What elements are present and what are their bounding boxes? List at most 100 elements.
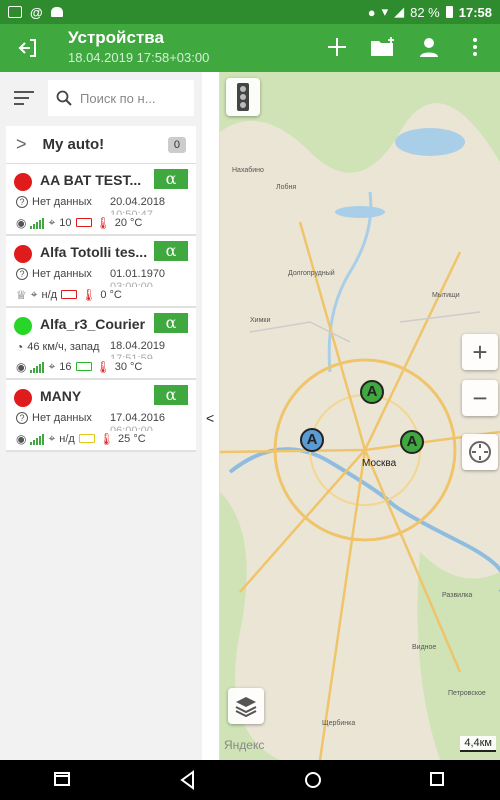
eye-icon: ◉	[16, 431, 27, 446]
device-info-row: ♕ ⌖ н/д 🌡 0 °C	[16, 287, 122, 302]
gps-count: н/д	[59, 432, 75, 445]
device-card[interactable]: Alfa Totolli tes... α ? Нет данных 01.01…	[6, 236, 196, 308]
device-date: 01.01.1970	[110, 268, 166, 280]
panel-divider[interactable]: <	[202, 72, 220, 760]
temperature: 0 °C	[100, 288, 122, 301]
device-state-row: ? Нет данных	[16, 196, 92, 208]
device-state: Нет данных	[32, 412, 92, 424]
status-dot	[14, 173, 32, 191]
map-attribution: Яндекс	[224, 738, 265, 752]
device-state-row: ? Нет данных	[16, 268, 92, 280]
device-state: Нет данных	[32, 196, 92, 208]
device-state-row: ◔ 46 км/ч, запад	[16, 340, 99, 354]
thermometer-icon: 🌡	[95, 359, 111, 374]
map-place-label: Химки	[250, 317, 271, 324]
signal-bars-icon	[30, 217, 45, 229]
map-scale: 4,4км	[460, 736, 496, 752]
page-title: Устройства	[68, 28, 164, 47]
app-icon[interactable]	[53, 770, 73, 790]
device-card[interactable]: AA BAT TEST... α ? Нет данных 20.04.2018…	[6, 164, 196, 236]
map-place-label: Мытищи	[432, 292, 460, 299]
group-count: 0	[167, 136, 186, 153]
back-icon[interactable]	[178, 770, 198, 790]
map-place-label: Долгопрудный	[288, 270, 335, 277]
device-state: Нет данных	[32, 268, 92, 280]
map-place-label: Щербинка	[322, 720, 356, 727]
map-view[interactable]: Нахабино Москва Химки Мытищи Долгопрудный Лоб…	[220, 72, 500, 760]
battery-icon	[445, 6, 453, 18]
battery-icon	[78, 434, 95, 443]
device-name: Alfa_r3_Courier	[40, 316, 146, 332]
compass-icon	[469, 441, 491, 463]
device-marker[interactable]: A	[400, 430, 424, 454]
temperature: 30 °C	[114, 360, 143, 373]
eye-icon: ◉	[16, 215, 27, 230]
device-name: MANY	[40, 388, 82, 404]
home-icon[interactable]	[303, 770, 323, 790]
gps-count: 10	[59, 216, 72, 229]
temperature: 20 °C	[114, 216, 143, 229]
gps-count: 16	[59, 360, 72, 373]
layers-icon	[235, 697, 257, 718]
battery-percent: 82 %	[410, 4, 440, 20]
device-info-row: ◉ ⌖ 16 🌡 30 °C	[16, 359, 142, 374]
signal-bars-icon	[30, 361, 45, 373]
recents-icon[interactable]	[428, 770, 448, 790]
satellite-icon: ⌖	[48, 431, 56, 445]
app-bar: Устройства 18.04.2019 17:58+03:00	[0, 24, 500, 72]
thermometer-icon: 🌡	[95, 215, 111, 230]
status-dot	[14, 317, 32, 335]
status-dot	[14, 245, 32, 263]
device-type-badge: α	[154, 313, 188, 333]
group-name: My auto!	[42, 136, 105, 153]
collapse-arrow-icon[interactable]: <	[206, 410, 214, 426]
layers-button[interactable]	[228, 688, 264, 724]
device-marker[interactable]: A	[360, 380, 384, 404]
search-input[interactable]: Поиск по н...	[48, 80, 194, 116]
add-icon[interactable]	[324, 34, 350, 60]
map-place-label: Нахабино	[232, 167, 264, 174]
wifi-icon: ▾	[381, 4, 389, 19]
more-icon[interactable]	[462, 34, 488, 60]
compass-button[interactable]	[462, 434, 498, 470]
thermometer-icon: 🌡	[81, 287, 97, 302]
chevron-right-icon: >	[16, 134, 27, 154]
device-list-panel: Поиск по н... > My auto! 0 AA BAT TEST..…	[0, 72, 202, 760]
satellite-icon: ⌖	[48, 359, 56, 373]
folder-add-icon[interactable]	[370, 34, 396, 60]
help-icon: ?	[16, 412, 28, 424]
device-name: AA BAT TEST...	[40, 172, 142, 188]
group-header[interactable]: > My auto! 0	[6, 126, 196, 164]
device-info-row: ◉ ⌖ 10 🌡 20 °C	[16, 215, 142, 230]
map-place-label: Видное	[412, 644, 437, 651]
device-type-badge: α	[154, 241, 188, 261]
device-card[interactable]: Alfa_r3_Courier α ◔ 46 км/ч, запад 18.04…	[6, 308, 196, 380]
help-icon: ?	[16, 268, 28, 280]
map-place-label: Развилка	[442, 592, 473, 599]
sort-icon[interactable]	[8, 82, 40, 114]
device-state: 46 км/ч, запад	[27, 341, 100, 353]
zoom-out-button[interactable]: −	[462, 380, 498, 416]
map-place-label: Москва	[362, 458, 397, 469]
status-bar: @ ● ▾ ◢ 82 % 17:58	[0, 0, 500, 24]
search-icon	[56, 90, 72, 106]
satellite-icon: ⌖	[30, 287, 38, 301]
temperature: 25 °C	[118, 432, 146, 445]
device-state-row: ? Нет данных	[16, 412, 92, 424]
speedometer-icon: ◔	[16, 340, 24, 354]
device-date: 20.04.2018	[110, 196, 166, 208]
device-marker[interactable]: A	[300, 428, 324, 452]
satellite-icon: ⌖	[48, 215, 56, 229]
gps-count: н/д	[41, 288, 58, 301]
status-dot	[14, 389, 32, 407]
user-icon[interactable]	[416, 34, 442, 60]
system-nav-bar	[0, 760, 500, 800]
thermometer-icon: 🌡	[98, 431, 115, 446]
signal-icon: ◢	[394, 4, 405, 19]
device-date: 17.04.2016	[110, 412, 166, 424]
exit-icon[interactable]	[16, 36, 40, 60]
at-icon: @	[30, 4, 43, 20]
device-card[interactable]: MANY α ? Нет данных 17.04.2016 06:00:00 …	[6, 380, 196, 452]
traffic-button[interactable]	[226, 78, 260, 116]
zoom-in-button[interactable]: +	[462, 334, 498, 370]
